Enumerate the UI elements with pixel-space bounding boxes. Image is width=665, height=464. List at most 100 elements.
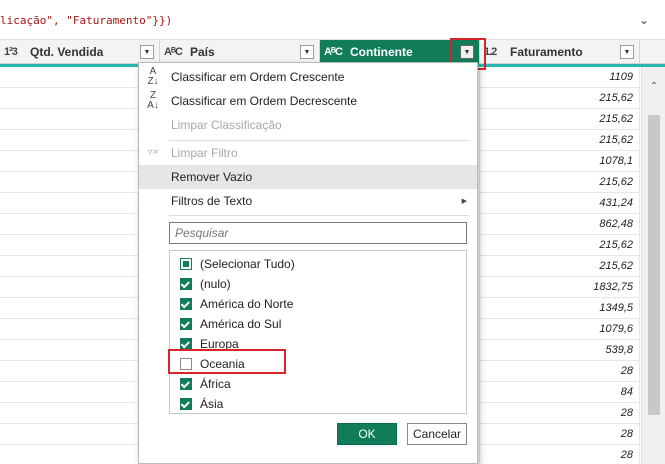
menu-item-text-filters[interactable]: Filtros de Texto ▶	[139, 189, 477, 213]
table-cell-faturamento[interactable]: 431,24	[480, 193, 640, 214]
whole-number-type-icon[interactable]: 1²3	[4, 46, 26, 58]
ok-button[interactable]: OK	[337, 423, 397, 445]
table-cell-faturamento[interactable]: 1078,1	[480, 151, 640, 172]
menu-item-label: Remover Vazio	[171, 170, 253, 184]
filter-dropdown-button[interactable]: ▼	[620, 45, 634, 59]
table-cell[interactable]	[0, 319, 160, 340]
table-cell[interactable]	[0, 235, 160, 256]
column-header-faturamento[interactable]: 1.2 Faturamento ▼	[480, 40, 640, 64]
scroll-up-arrow-icon[interactable]: ⌃	[642, 81, 665, 97]
column-header-row: 1²3 Qtd. Vendida ▼ AᴮC País ▼ AᴮC Contin…	[0, 40, 665, 64]
checkbox[interactable]	[180, 358, 192, 370]
filter-dropdown-button[interactable]: ▼	[140, 45, 154, 59]
menu-item-label: Limpar Classificação	[171, 118, 282, 132]
menu-item-label: Filtros de Texto	[171, 194, 253, 208]
table-cell[interactable]	[0, 193, 160, 214]
filter-dropdown-button[interactable]: ▼	[300, 45, 314, 59]
formula-bar[interactable]: licação", "Faturamento"}}) ⌄	[0, 0, 665, 40]
table-cell-faturamento[interactable]: 1832,75	[480, 277, 640, 298]
menu-item-clear-sort[interactable]: Limpar Classificação	[139, 113, 477, 137]
search-input[interactable]: Pesquisar	[169, 222, 467, 244]
menu-item-remove-empty[interactable]: Remover Vazio	[139, 165, 477, 189]
table-cell-faturamento[interactable]: 862,48	[480, 214, 640, 235]
filter-value-item[interactable]: (nulo)	[180, 274, 231, 294]
menu-item-clear-filter[interactable]: ▿× Limpar Filtro	[139, 141, 477, 165]
table-cell-faturamento[interactable]: 215,62	[480, 88, 640, 109]
table-cell[interactable]	[0, 130, 160, 151]
chevron-right-icon: ▶	[461, 198, 467, 205]
filter-value-item[interactable]: América do Sul	[180, 314, 281, 334]
table-cell-faturamento[interactable]: 28	[480, 361, 640, 382]
table-cell-faturamento[interactable]: 28	[480, 445, 640, 464]
table-cell-faturamento[interactable]: 215,62	[480, 172, 640, 193]
filter-value-item[interactable]: Ásia	[180, 394, 223, 414]
table-cell-faturamento[interactable]: 84	[480, 382, 640, 403]
table-cell[interactable]	[0, 424, 160, 445]
checkbox[interactable]	[180, 298, 192, 310]
table-cell-faturamento[interactable]: 215,62	[480, 109, 640, 130]
menu-item-label: Limpar Filtro	[171, 146, 238, 160]
column-header-qtd-vendida[interactable]: 1²3 Qtd. Vendida ▼	[0, 40, 160, 64]
chevron-down-icon[interactable]: ⌄	[635, 11, 653, 29]
filter-value-label: Ásia	[200, 397, 224, 411]
table-cell[interactable]	[0, 109, 160, 130]
checkbox[interactable]	[180, 338, 192, 350]
clear-filter-icon: ▿×	[147, 147, 159, 158]
table-cell[interactable]	[0, 88, 160, 109]
decimal-number-type-icon[interactable]: 1.2	[484, 46, 506, 58]
filter-dropdown-button[interactable]: ▼	[460, 45, 474, 59]
table-cell-faturamento[interactable]: 215,62	[480, 256, 640, 277]
table-cell[interactable]	[0, 382, 160, 403]
table-cell-faturamento[interactable]: 1349,5	[480, 298, 640, 319]
filter-value-label: América do Sul	[200, 317, 282, 331]
table-cell[interactable]	[0, 340, 160, 361]
column-header-continente[interactable]: AᴮC Continente ▼	[320, 40, 480, 64]
cancel-button[interactable]: Cancelar	[407, 423, 467, 445]
filter-value-item[interactable]: África	[180, 374, 231, 394]
checkbox[interactable]	[180, 378, 192, 390]
table-cell[interactable]	[0, 361, 160, 382]
table-cell[interactable]	[0, 214, 160, 235]
menu-item-label: Classificar em Ordem Crescente	[171, 70, 345, 84]
table-cell-faturamento[interactable]: 215,62	[480, 130, 640, 151]
column-name: Continente	[350, 45, 413, 59]
table-cell[interactable]	[0, 67, 160, 88]
checkbox[interactable]	[180, 398, 192, 410]
table-cell[interactable]	[0, 151, 160, 172]
checkbox[interactable]	[180, 258, 192, 270]
filter-value-label: (nulo)	[200, 277, 231, 291]
table-cell[interactable]	[0, 298, 160, 319]
scrollbar-thumb[interactable]	[648, 115, 660, 415]
table-cell-faturamento[interactable]: 28	[480, 424, 640, 445]
filter-value-label: (Selecionar Tudo)	[200, 257, 295, 271]
table-cell[interactable]	[0, 277, 160, 298]
filter-value-item[interactable]: América do Norte	[180, 294, 293, 314]
table-cell-faturamento[interactable]: 1109	[480, 67, 640, 88]
menu-item-label: Classificar em Ordem Decrescente	[171, 94, 358, 108]
text-type-icon[interactable]: AᴮC	[324, 46, 346, 58]
sort-ascending-icon: A Z↓	[147, 66, 159, 87]
filter-value-label: Oceania	[200, 357, 245, 371]
menu-item-sort-descending[interactable]: Z A↓ Classificar em Ordem Decrescente	[139, 89, 477, 113]
table-cell-faturamento[interactable]: 539,8	[480, 340, 640, 361]
filter-value-item[interactable]: Oceania	[180, 354, 245, 374]
table-cell[interactable]	[0, 172, 160, 193]
table-cell[interactable]	[0, 445, 160, 464]
table-cell-faturamento[interactable]: 215,62	[480, 235, 640, 256]
checkbox[interactable]	[180, 318, 192, 330]
menu-item-sort-ascending[interactable]: A Z↓ Classificar em Ordem Crescente	[139, 65, 477, 89]
table-cell[interactable]	[0, 403, 160, 424]
table-cell-faturamento[interactable]: 28	[480, 403, 640, 424]
formula-text[interactable]: licação", "Faturamento"}})	[0, 14, 172, 27]
menu-separator	[169, 215, 469, 216]
vertical-scrollbar[interactable]: ⌃	[641, 67, 665, 464]
column-name: País	[190, 45, 215, 59]
table-cell[interactable]	[0, 256, 160, 277]
filter-value-item[interactable]: (Selecionar Tudo)	[180, 254, 295, 274]
filter-value-label: América do Norte	[200, 297, 294, 311]
table-cell-faturamento[interactable]: 1079,6	[480, 319, 640, 340]
column-header-pais[interactable]: AᴮC País ▼	[160, 40, 320, 64]
filter-value-item[interactable]: Europa	[180, 334, 239, 354]
text-type-icon[interactable]: AᴮC	[164, 46, 186, 58]
checkbox[interactable]	[180, 278, 192, 290]
